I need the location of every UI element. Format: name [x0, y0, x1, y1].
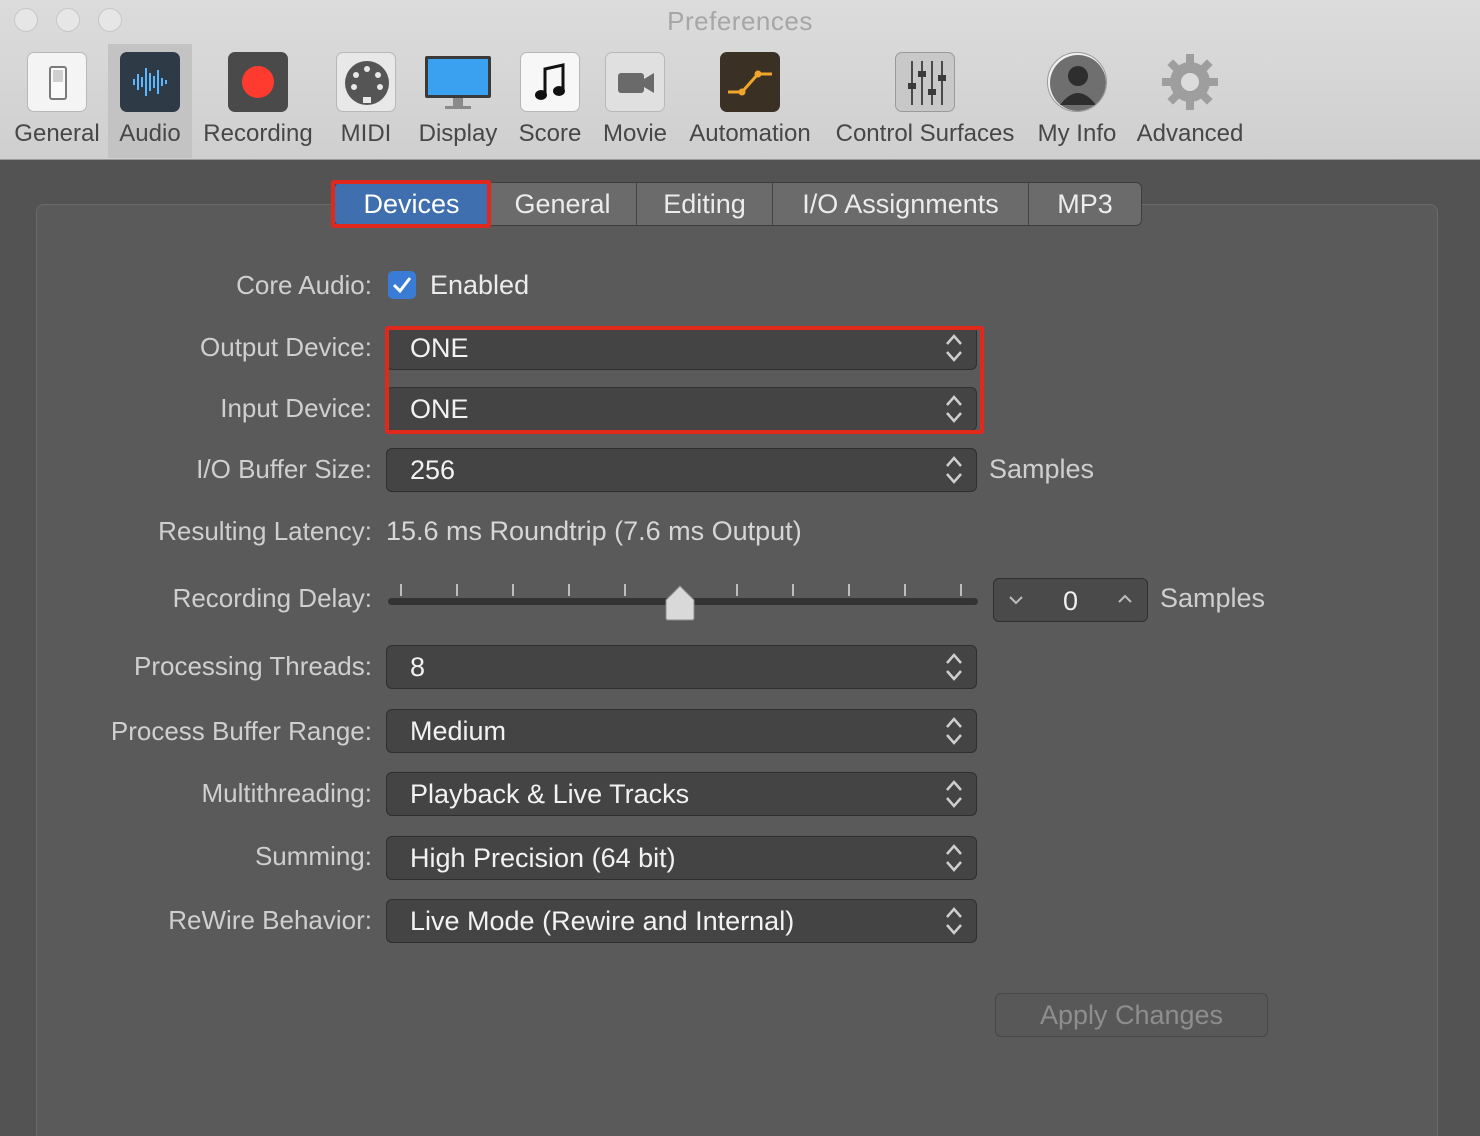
resulting-latency-label: Resulting Latency: — [158, 516, 372, 546]
tab-io-assignments[interactable]: I/O Assignments — [773, 183, 1029, 225]
slider-tick — [904, 584, 906, 596]
toolbar-audio[interactable]: Audio — [108, 44, 192, 158]
toolbar-recording[interactable]: Recording — [200, 44, 316, 158]
tab-editing[interactable]: Editing — [637, 183, 773, 225]
toolbar-general[interactable]: General — [8, 44, 106, 158]
recording-delay-stepper[interactable]: 0 — [993, 578, 1148, 622]
process-buffer-range-label: Process Buffer Range: — [110, 716, 372, 746]
movie-camera-icon — [605, 52, 665, 112]
up-down-chevron-icon — [946, 844, 962, 872]
midi-port-icon — [336, 52, 396, 112]
window-title: Preferences — [667, 6, 813, 36]
recording-delay-label: Recording Delay: — [172, 583, 372, 613]
input-device-label: Input Device: — [220, 393, 372, 423]
tab-general[interactable]: General — [489, 183, 637, 225]
up-down-chevron-icon — [946, 780, 962, 808]
toolbar-display[interactable]: Display — [414, 44, 502, 158]
core-audio-label: Core Audio: — [236, 270, 372, 300]
toolbar-midi[interactable]: MIDI — [326, 44, 406, 158]
core-audio-enabled-label: Enabled — [430, 270, 530, 300]
recording-delay-unit: Samples — [1160, 583, 1266, 613]
io-buffer-size-select[interactable]: 256 — [386, 448, 977, 492]
slider-tick — [792, 584, 794, 596]
up-down-chevron-icon — [946, 395, 962, 423]
multithreading-select[interactable]: Playback & Live Tracks — [386, 772, 977, 816]
slider-tick — [456, 584, 458, 596]
io-buffer-unit: Samples — [989, 454, 1095, 484]
display-monitor-icon — [423, 52, 493, 112]
up-down-chevron-icon — [946, 717, 962, 745]
summing-label: Summing: — [254, 841, 372, 871]
toolbar-control-surfaces[interactable]: Control Surfaces — [828, 44, 1022, 158]
summing-select[interactable]: High Precision (64 bit) — [386, 836, 977, 880]
chevron-up-icon[interactable] — [1115, 589, 1135, 609]
slider-tick — [568, 584, 570, 596]
up-down-chevron-icon — [946, 653, 962, 681]
automation-curve-icon — [720, 52, 780, 112]
toolbar-advanced[interactable]: Advanced — [1130, 44, 1250, 158]
toolbar-movie[interactable]: Movie — [596, 44, 674, 158]
toolbar-score[interactable]: Score — [510, 44, 590, 158]
checkmark-icon — [392, 277, 412, 294]
toolbar-automation[interactable]: Automation — [684, 44, 816, 158]
up-down-chevron-icon — [946, 456, 962, 484]
up-down-chevron-icon — [946, 334, 962, 362]
output-device-select[interactable]: ONE — [386, 326, 977, 370]
resulting-latency-value: 15.6 ms Roundtrip (7.6 ms Output) — [386, 516, 802, 546]
slider-tick — [624, 584, 626, 596]
multithreading-label: Multithreading: — [201, 778, 372, 808]
slider-tick — [848, 584, 850, 596]
preferences-tabs: Devices General Editing I/O Assignments … — [334, 182, 1142, 226]
slider-tick — [512, 584, 514, 596]
process-buffer-range-select[interactable]: Medium — [386, 709, 977, 753]
tab-mp3[interactable]: MP3 — [1029, 183, 1141, 225]
general-switch-icon — [27, 52, 87, 112]
processing-threads-select[interactable]: 8 — [386, 645, 977, 689]
slider-tick — [736, 584, 738, 596]
record-icon — [228, 52, 288, 112]
audio-waveform-icon — [120, 52, 180, 112]
core-audio-checkbox[interactable] — [388, 271, 416, 299]
tab-devices[interactable]: Devices — [335, 183, 489, 225]
output-device-label: Output Device: — [200, 332, 372, 362]
apply-changes-button[interactable]: Apply Changes — [995, 993, 1268, 1037]
gear-icon — [1160, 52, 1220, 112]
input-device-select[interactable]: ONE — [386, 387, 977, 431]
user-silhouette-icon — [1047, 52, 1107, 112]
io-buffer-size-label: I/O Buffer Size: — [196, 454, 372, 484]
mixer-faders-icon — [895, 52, 955, 112]
slider-tick — [400, 584, 402, 596]
processing-threads-label: Processing Threads: — [134, 651, 372, 681]
rewire-behavior-select[interactable]: Live Mode (Rewire and Internal) — [386, 899, 977, 943]
up-down-chevron-icon — [946, 907, 962, 935]
slider-tick — [960, 584, 962, 596]
music-note-icon — [520, 52, 580, 112]
rewire-behavior-label: ReWire Behavior: — [168, 905, 372, 935]
window-toolbar: Preferences General Audio Recording MIDI… — [0, 0, 1480, 160]
slider-thumb[interactable] — [664, 584, 696, 622]
toolbar-my-info[interactable]: My Info — [1032, 44, 1122, 158]
